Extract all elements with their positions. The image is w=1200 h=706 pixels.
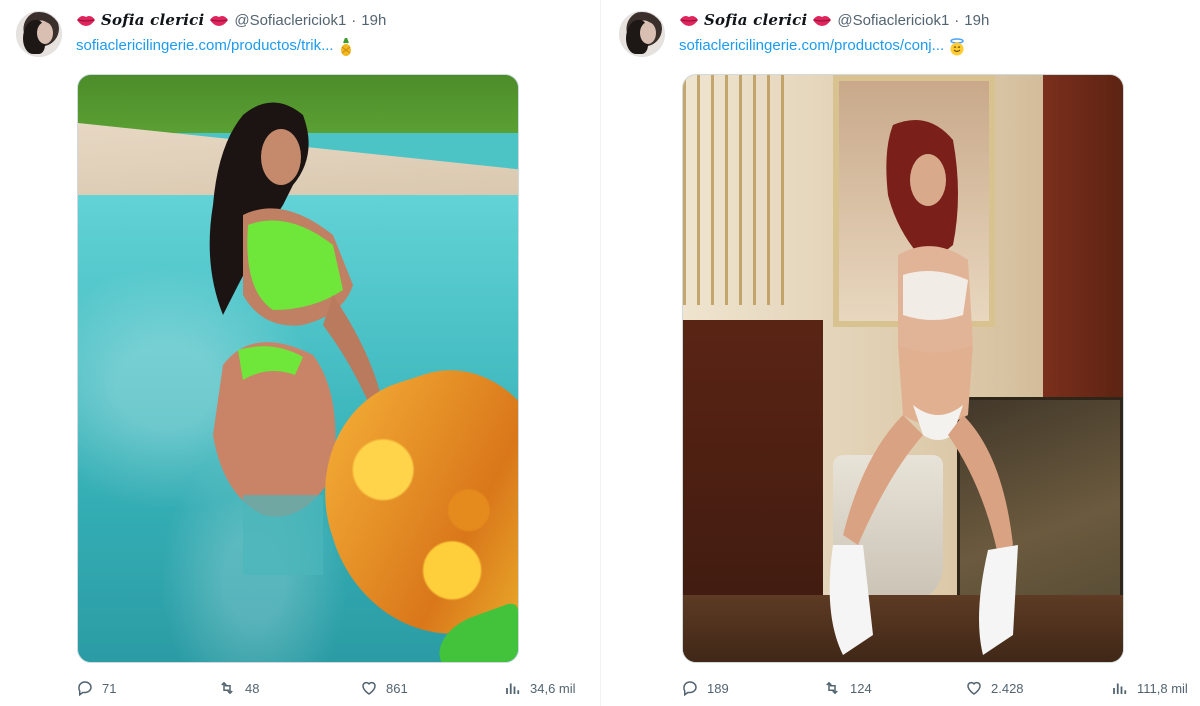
tweet-text: sofiaclericilingerie.com/productos/conj.… <box>679 37 964 55</box>
reply-count: 71 <box>102 680 117 696</box>
column-divider <box>600 0 601 706</box>
repost-count: 124 <box>850 680 872 696</box>
repost-count: 48 <box>245 680 260 696</box>
separator-dot: · <box>351 11 357 29</box>
tweet-header: Sofia clerici @Sofiaclericiok1 · 19h <box>679 11 989 29</box>
repost-icon <box>822 679 842 697</box>
lips-icon <box>76 14 96 27</box>
tweet-actions: 71 48 861 34,6 mil <box>76 679 596 699</box>
product-link[interactable]: sofiaclericilingerie.com/productos/conj.… <box>679 37 944 54</box>
woman-figure <box>829 120 1018 655</box>
user-handle[interactable]: @Sofiaclericiok1 <box>234 12 346 29</box>
timestamp[interactable]: 19h <box>964 12 989 29</box>
gilded-ornament <box>683 75 793 305</box>
views-button[interactable]: 34,6 mil <box>504 679 576 697</box>
tweet-photo[interactable] <box>682 74 1124 663</box>
lips-icon <box>209 14 229 27</box>
user-handle[interactable]: @Sofiaclericiok1 <box>837 12 949 29</box>
tweet-text: sofiaclericilingerie.com/productos/trik.… <box>76 37 354 56</box>
views-chart-icon <box>504 679 522 697</box>
avatar[interactable] <box>16 11 62 57</box>
display-name[interactable]: Sofia clerici <box>704 11 807 29</box>
tweet-photo[interactable] <box>77 74 519 663</box>
repost-button[interactable]: 124 <box>822 679 872 697</box>
repost-icon <box>217 679 237 697</box>
tweet-actions: 189 124 2.428 111,8 mil <box>681 679 1200 699</box>
pineapple-emoji-icon <box>338 37 354 56</box>
timestamp[interactable]: 19h <box>361 12 386 29</box>
views-chart-icon <box>1111 679 1129 697</box>
reply-button[interactable]: 189 <box>681 679 729 697</box>
like-button[interactable]: 2.428 <box>965 679 1024 697</box>
heart-icon <box>360 679 378 697</box>
views-button[interactable]: 111,8 mil <box>1111 679 1188 697</box>
halo-smile-emoji-icon <box>948 37 964 55</box>
like-count: 861 <box>386 680 408 696</box>
avatar-face <box>640 22 656 44</box>
product-link[interactable]: sofiaclericilingerie.com/productos/trik.… <box>76 37 334 54</box>
avatar-face <box>37 22 53 44</box>
reply-count: 189 <box>707 680 729 696</box>
like-button[interactable]: 861 <box>360 679 408 697</box>
heart-icon <box>965 679 983 697</box>
display-name[interactable]: Sofia clerici <box>101 11 204 29</box>
tweet-header: Sofia clerici @Sofiaclericiok1 · 19h <box>76 11 386 29</box>
separator-dot: · <box>954 11 960 29</box>
tweet-card[interactable]: Sofia clerici @Sofiaclericiok1 · 19h sof… <box>0 0 600 706</box>
reply-button[interactable]: 71 <box>76 679 116 697</box>
view-count: 111,8 mil <box>1137 680 1188 696</box>
lips-icon <box>679 14 699 27</box>
wooden-door <box>1043 75 1123 405</box>
lips-icon <box>812 14 832 27</box>
avatar[interactable] <box>619 11 665 57</box>
like-count: 2.428 <box>991 680 1024 696</box>
reply-icon <box>76 679 94 697</box>
repost-button[interactable]: 48 <box>217 679 259 697</box>
tweet-card[interactable]: Sofia clerici @Sofiaclericiok1 · 19h sof… <box>603 0 1200 706</box>
view-count: 34,6 mil <box>530 680 576 696</box>
reply-icon <box>681 679 699 697</box>
